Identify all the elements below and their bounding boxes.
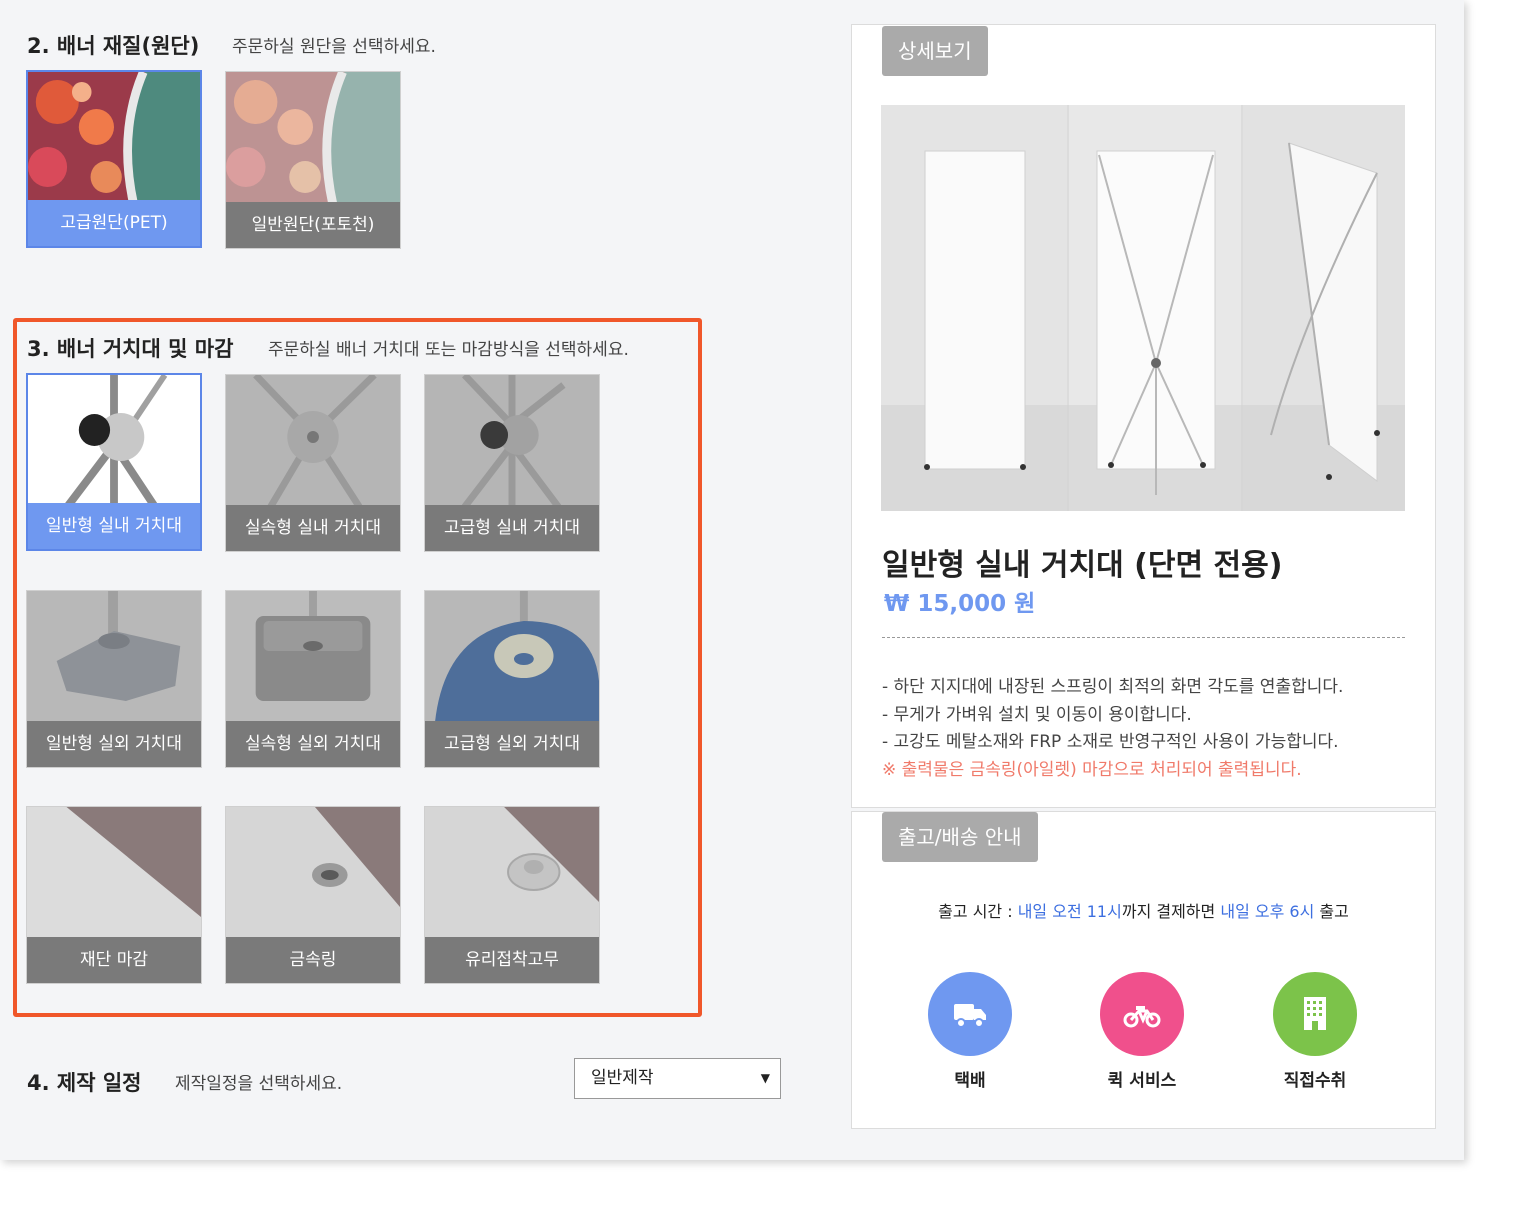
section2-desc: 주문하실 원단을 선택하세요. [232, 37, 436, 57]
shipping-method-name: 직접수취 [1283, 1071, 1347, 1091]
truck-icon [928, 972, 1012, 1056]
material-option-photo-cloth[interactable]: 일반원단(포토천) [225, 71, 401, 249]
stand-option-label: 고급형 실외 거치대 [425, 721, 599, 767]
finish-option-suction-rubber[interactable]: 유리접착고무 [424, 806, 600, 984]
shipping-method-pickup: 직접수취 [1260, 972, 1370, 1091]
stand-option-label: 재단 마감 [27, 937, 201, 983]
outdoor-stand-image [27, 591, 201, 723]
description-line: - 무게가 가벼워 설치 및 이동이 용이합니다. [882, 705, 1192, 725]
section3-desc: 주문하실 배너 거치대 또는 마감방식을 선택하세요. [268, 340, 629, 360]
description-line: - 고강도 메탈소재와 FRP 소재로 반영구적인 사용이 가능합니다. [882, 732, 1339, 752]
suction-rubber-image [425, 807, 599, 939]
shipping-method-name: 퀵 서비스 [1107, 1071, 1177, 1091]
stand-option-basic-outdoor[interactable]: 일반형 실외 거치대 [26, 590, 202, 768]
material-option-label: 일반원단(포토천) [226, 202, 400, 248]
stand-option-label: 일반형 실외 거치대 [27, 721, 201, 767]
product-title: 일반형 실내 거치대 (단면 전용) [882, 548, 1283, 583]
eyelet-warning: ※ 출력물은 금속링(아일렛) 마감으로 처리되어 출력됩니다. [882, 760, 1302, 780]
shipping-method-parcel: 택배 [915, 972, 1025, 1091]
stand-option-premium-outdoor[interactable]: 고급형 실외 거치대 [424, 590, 600, 768]
section2-title: 2. 배너 재질(원단) [27, 34, 200, 58]
stand-option-label: 고급형 실내 거치대 [425, 505, 599, 551]
motorcycle-icon [1100, 972, 1184, 1056]
building-icon [1273, 972, 1357, 1056]
product-preview-image [881, 105, 1405, 511]
indoor-stand-image [425, 375, 599, 507]
metal-ring-image [226, 807, 400, 939]
stand-option-label: 실속형 실외 거치대 [226, 721, 400, 767]
outdoor-stand-image [226, 591, 400, 723]
description-line: - 하단 지지대에 내장된 스프링이 최적의 화면 각도를 연출합니다. [882, 677, 1344, 697]
stand-option-label: 금속링 [226, 937, 400, 983]
release-time: 내일 오후 6시 [1220, 902, 1315, 921]
product-price: ₩ 15,000 원 [884, 591, 1036, 617]
cut-finish-image [27, 807, 201, 939]
material-option-pet[interactable]: 고급원단(PET) [26, 70, 202, 248]
dropdown-arrow-icon: ▼ [760, 1071, 770, 1085]
indoor-stand-image [28, 375, 200, 507]
stand-option-label: 일반형 실내 거치대 [28, 503, 200, 549]
stand-option-label: 유리접착고무 [425, 937, 599, 983]
shipping-method-name: 택배 [954, 1071, 986, 1091]
fabric-sample-image [28, 72, 200, 204]
section4-title: 4. 제작 일정 [27, 1071, 142, 1095]
divider [882, 637, 1405, 638]
finish-option-cut[interactable]: 재단 마감 [26, 806, 202, 984]
outdoor-stand-image [425, 591, 599, 723]
payment-deadline: 내일 오전 11시 [1017, 902, 1122, 921]
material-option-label: 고급원단(PET) [28, 200, 200, 246]
detail-tab-label: 상세보기 [882, 26, 988, 76]
production-schedule-value: 일반제작 [591, 1068, 654, 1088]
stand-option-premium-indoor[interactable]: 고급형 실내 거치대 [424, 374, 600, 552]
section3-title: 3. 배너 거치대 및 마감 [27, 337, 234, 361]
indoor-stand-image [226, 375, 400, 507]
finish-option-metal-ring[interactable]: 금속링 [225, 806, 401, 984]
stand-option-value-outdoor[interactable]: 실속형 실외 거치대 [225, 590, 401, 768]
order-page: 2. 배너 재질(원단) 주문하실 원단을 선택하세요. 고급원단(PET) 일… [0, 0, 1464, 1160]
stand-option-label: 실속형 실내 거치대 [226, 505, 400, 551]
section4-desc: 제작일정을 선택하세요. [175, 1074, 343, 1094]
stand-option-basic-indoor[interactable]: 일반형 실내 거치대 [26, 373, 202, 551]
production-schedule-select[interactable]: 일반제작 ▼ [574, 1058, 781, 1099]
shipping-method-quick: 퀵 서비스 [1087, 972, 1197, 1091]
release-time-info: 출고 시간 : 내일 오전 11시까지 결제하면 내일 오후 6시 출고 [938, 902, 1349, 921]
stand-option-value-indoor[interactable]: 실속형 실내 거치대 [225, 374, 401, 552]
shipping-tab-label: 출고/배송 안내 [882, 812, 1038, 862]
